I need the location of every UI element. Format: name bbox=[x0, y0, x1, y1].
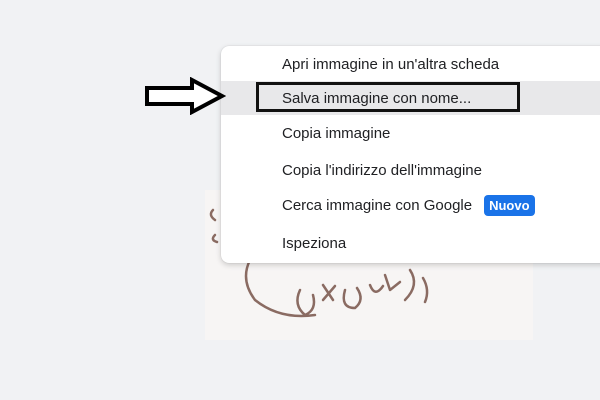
menu-item-open-image-new-tab[interactable]: Apri immagine in un'altra scheda bbox=[221, 47, 600, 81]
menu-item-copy-image-address[interactable]: Copia l'indirizzo dell'immagine bbox=[221, 153, 600, 187]
menu-item-search-image-google[interactable]: Cerca immagine con Google Nuovo bbox=[221, 188, 600, 222]
menu-item-copy-image[interactable]: Copia immagine bbox=[221, 116, 600, 150]
menu-item-inspect[interactable]: Ispeziona bbox=[221, 226, 600, 260]
menu-item-label: Cerca immagine con Google bbox=[282, 196, 473, 214]
context-menu: Apri immagine in un'altra scheda Salva i… bbox=[221, 46, 600, 263]
menu-item-label: Copia immagine bbox=[282, 124, 391, 142]
menu-item-label: Apri immagine in un'altra scheda bbox=[282, 55, 500, 73]
menu-item-label: Copia l'indirizzo dell'immagine bbox=[282, 161, 482, 179]
menu-item-label: Ispeziona bbox=[282, 234, 347, 252]
screenshot-stage: Apri immagine in un'altra scheda Salva i… bbox=[0, 0, 600, 400]
new-badge: Nuovo bbox=[484, 194, 535, 216]
right-arrow-outline-icon bbox=[144, 76, 227, 120]
menu-item-save-image-as[interactable]: Salva immagine con nome... bbox=[221, 81, 600, 115]
menu-item-label: Salva immagine con nome... bbox=[282, 89, 472, 107]
